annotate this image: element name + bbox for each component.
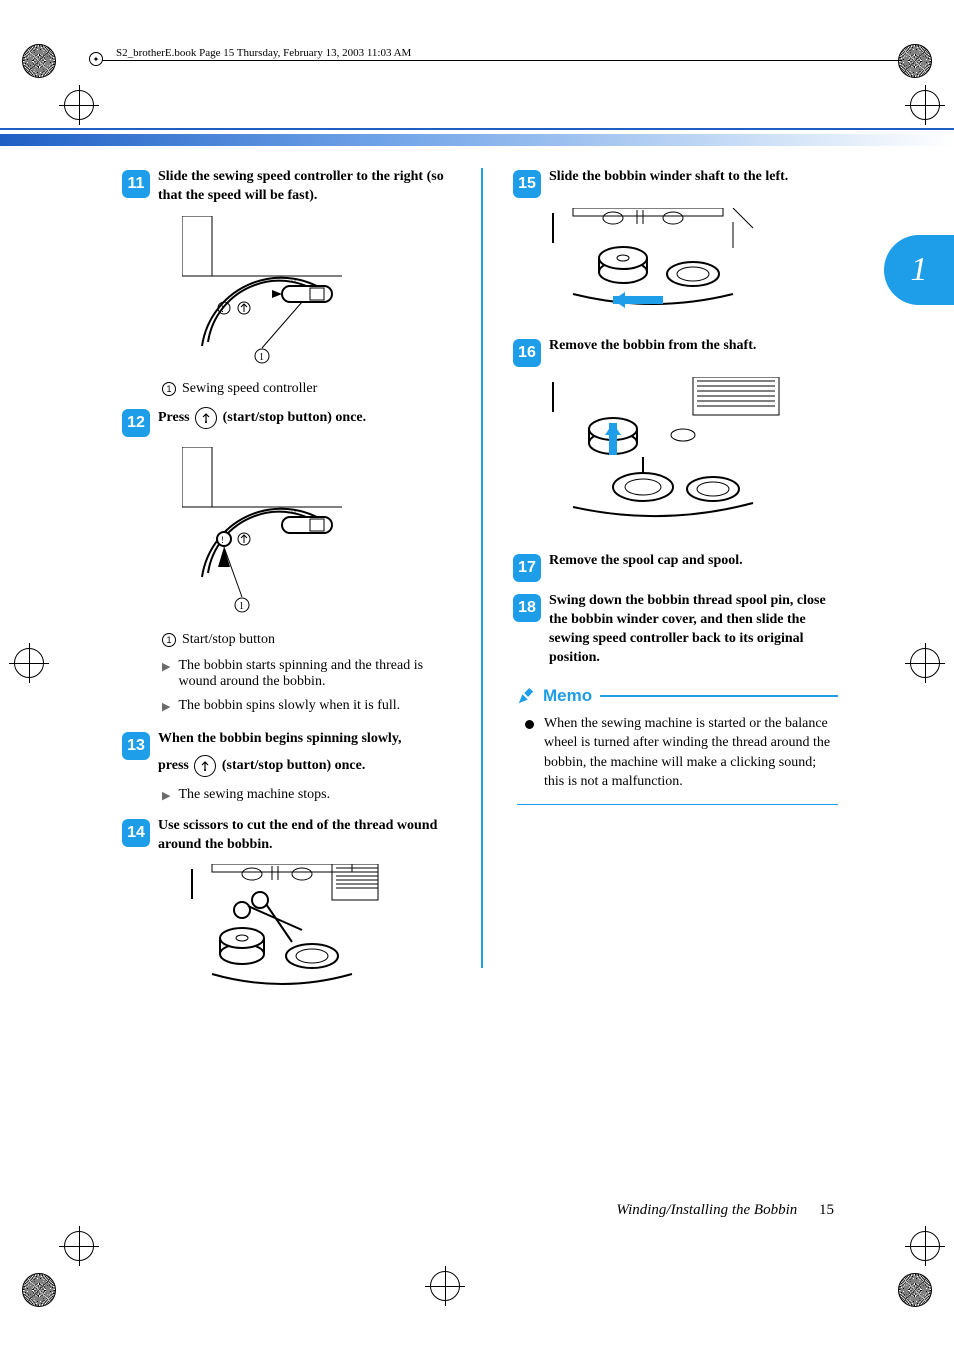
- svg-text:!: !: [221, 304, 224, 314]
- step-14: 14 Use scissors to cut the end of the th…: [122, 817, 451, 855]
- top-gradient-band: [0, 134, 954, 146]
- memo-body: When the sewing machine is started or th…: [517, 714, 838, 792]
- bullet-text: The bobbin starts spinning and the threa…: [178, 658, 451, 690]
- svg-text:· ·· ···: · ·· ···: [274, 507, 296, 517]
- svg-text:!: !: [221, 535, 224, 545]
- step-text: Swing down the bobbin thread spool pin, …: [549, 592, 842, 668]
- step-number-badge: 11: [122, 170, 150, 198]
- sub-bullet: ▶ The bobbin starts spinning and the thr…: [162, 658, 451, 690]
- svg-text:1: 1: [259, 352, 264, 363]
- callout-number-icon: 1: [162, 382, 176, 396]
- triangle-bullet-icon: ▶: [162, 787, 170, 805]
- start-stop-icon: [195, 407, 217, 429]
- registration-mark-icon: [910, 1231, 940, 1261]
- slide-left-svg: [543, 208, 763, 318]
- step-text: Use scissors to cut the end of the threa…: [158, 817, 451, 855]
- memo-title-rule: [600, 695, 838, 697]
- step-number-badge: 14: [122, 819, 150, 847]
- illustration-speed-controller: · ·· ··· ! 1: [182, 216, 451, 371]
- column-divider: [481, 168, 483, 968]
- registration-mark-icon: [64, 90, 94, 120]
- bullet-text: The sewing machine stops.: [178, 787, 330, 805]
- callout-number-icon: 1: [162, 633, 176, 647]
- step-number-badge: 15: [513, 170, 541, 198]
- chapter-tab: 1: [884, 235, 954, 305]
- left-column: 11 Slide the sewing speed controller to …: [122, 168, 451, 1019]
- scissors-svg: [182, 864, 382, 1004]
- illustration-press-button: · ·· ··· ! 1: [182, 447, 451, 622]
- registration-mark-icon: [910, 648, 940, 678]
- chapter-number: 1: [911, 251, 928, 289]
- memo-pen-icon: [517, 687, 535, 705]
- svg-text:1: 1: [239, 601, 244, 612]
- callout-label: Sewing speed controller: [182, 381, 317, 397]
- registration-mark-icon: [14, 648, 44, 678]
- memo-text: When the sewing machine is started or th…: [544, 714, 838, 792]
- memo-footer-rule: [517, 804, 838, 805]
- step-text: Remove the bobbin from the shaft.: [549, 337, 842, 356]
- illustration-remove-bobbin: [543, 377, 842, 532]
- text-after: (start/stop button) once.: [222, 758, 366, 773]
- bullet-text: The bobbin spins slowly when it is full.: [178, 698, 400, 716]
- crop-ornament-icon: [898, 1273, 932, 1307]
- illustration-slide-left: [543, 208, 842, 323]
- sub-bullet: ▶ The bobbin spins slowly when it is ful…: [162, 698, 451, 716]
- crop-ornament-icon: [22, 1273, 56, 1307]
- sub-bullet: ▶ The sewing machine stops.: [162, 787, 451, 805]
- footer-page-number: 15: [819, 1202, 834, 1218]
- step-text: When the bobbin begins spinning slowly, …: [158, 730, 451, 777]
- step-18: 18 Swing down the bobbin thread spool pi…: [513, 592, 842, 668]
- memo-box: Memo When the sewing machine is started …: [513, 686, 842, 805]
- step-13: 13 When the bobbin begins spinning slowl…: [122, 730, 451, 777]
- crop-ornament-icon: [898, 44, 932, 78]
- text-before: Press: [158, 410, 193, 425]
- start-stop-icon: [194, 755, 216, 777]
- callout-1: 1 Start/stop button: [162, 632, 451, 648]
- memo-title: Memo: [543, 686, 592, 706]
- triangle-bullet-icon: ▶: [162, 698, 170, 716]
- book-icon: ✦: [89, 52, 103, 66]
- top-rule: [0, 128, 954, 130]
- text-before: press: [158, 758, 192, 773]
- text-after: (start/stop button) once.: [223, 410, 367, 425]
- header-rule: [99, 60, 902, 61]
- right-column: 15 Slide the bobbin winder shaft to the …: [513, 168, 842, 1019]
- registration-mark-icon: [64, 1231, 94, 1261]
- page-footer: Winding/Installing the Bobbin 15: [616, 1202, 834, 1219]
- press-button-svg: · ·· ··· ! 1: [182, 447, 362, 617]
- step-16: 16 Remove the bobbin from the shaft.: [513, 337, 842, 367]
- remove-bobbin-svg: [543, 377, 783, 527]
- triangle-bullet-icon: ▶: [162, 658, 170, 690]
- memo-header: Memo: [517, 686, 838, 706]
- registration-mark-icon: [430, 1271, 460, 1301]
- step-text: Slide the bobbin winder shaft to the lef…: [549, 168, 842, 187]
- step-number-badge: 18: [513, 594, 541, 622]
- step-number-badge: 13: [122, 732, 150, 760]
- step-line-1: When the bobbin begins spinning slowly,: [158, 730, 451, 749]
- callout-label: Start/stop button: [182, 632, 275, 648]
- svg-text:· ·· ···: · ·· ···: [274, 276, 296, 286]
- step-text: Remove the spool cap and spool.: [549, 552, 842, 571]
- running-header: S2_brotherE.book Page 15 Thursday, Febru…: [112, 47, 415, 59]
- step-11: 11 Slide the sewing speed controller to …: [122, 168, 451, 206]
- illustration-scissors-cut: [182, 864, 451, 1009]
- footer-section: Winding/Installing the Bobbin: [616, 1202, 797, 1218]
- step-text: Press (start/stop button) once.: [158, 407, 451, 429]
- step-number-badge: 17: [513, 554, 541, 582]
- step-text: Slide the sewing speed controller to the…: [158, 168, 451, 206]
- step-number-badge: 16: [513, 339, 541, 367]
- registration-mark-icon: [910, 90, 940, 120]
- step-number-badge: 12: [122, 409, 150, 437]
- speed-controller-svg: · ·· ··· ! 1: [182, 216, 362, 366]
- step-15: 15 Slide the bobbin winder shaft to the …: [513, 168, 842, 198]
- crop-ornament-icon: [22, 44, 56, 78]
- dot-bullet-icon: [525, 720, 534, 729]
- step-12: 12 Press (start/stop button) once.: [122, 407, 451, 437]
- callout-1: 1 Sewing speed controller: [162, 381, 451, 397]
- step-17: 17 Remove the spool cap and spool.: [513, 552, 842, 582]
